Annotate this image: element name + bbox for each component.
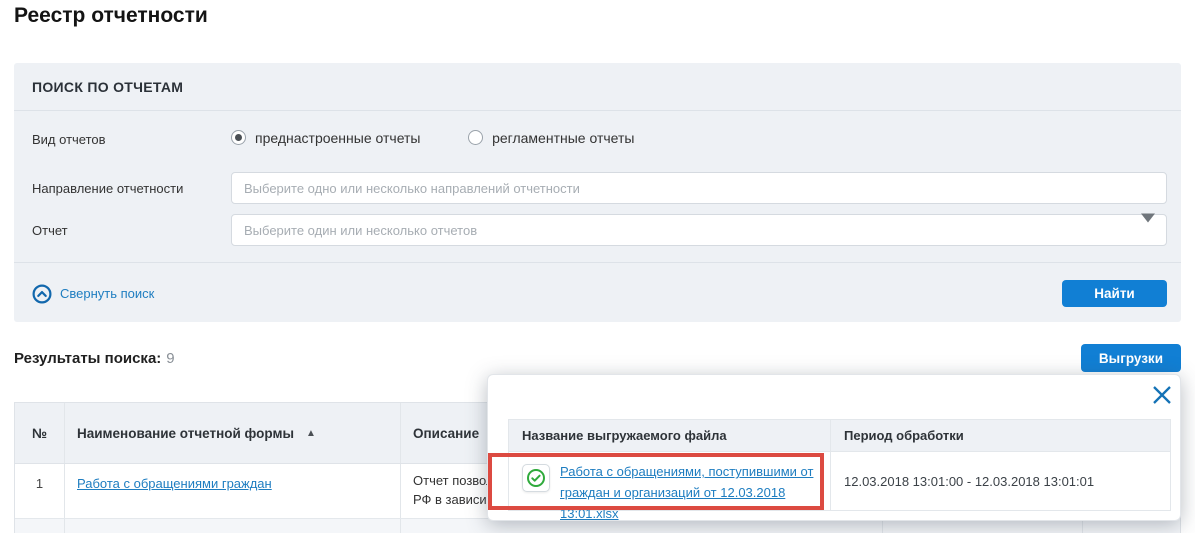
report-form-link[interactable]: Работа с обращениями граждан [77, 476, 272, 491]
results-count: 9 [166, 350, 174, 367]
collapse-search-link[interactable]: Свернуть поиск [32, 284, 154, 304]
uploads-table-header: Название выгружаемого файла Период обраб… [509, 420, 1170, 452]
search-panel-footer: Свернуть поиск Найти [14, 262, 1181, 324]
close-icon[interactable] [1151, 384, 1173, 406]
success-check-icon[interactable] [522, 464, 550, 492]
upload-file-cell: Работа с обращениями, поступившими от гр… [509, 452, 831, 510]
report-row: Отчет [32, 214, 1167, 246]
column-header-name[interactable]: Наименование отчетной формы ▲ [65, 403, 401, 463]
collapse-search-label: Свернуть поиск [60, 286, 154, 301]
uploads-table-row: Работа с обращениями, поступившими от гр… [509, 452, 1170, 510]
uploads-button[interactable]: Выгрузки [1081, 344, 1181, 372]
upload-file-link[interactable]: Работа с обращениями, поступившими от гр… [560, 461, 822, 510]
report-type-label: Вид отчетов [32, 132, 231, 147]
uploads-column-filename: Название выгружаемого файла [509, 420, 831, 451]
report-input[interactable] [231, 214, 1167, 246]
column-name-label: Наименование отчетной формы [77, 426, 294, 441]
reporting-registry-page: Реестр отчетности ПОИСК ПО ОТЧЕТАМ Вид о… [0, 0, 1195, 533]
row-name-cell: Работа с обращениями граждан [65, 464, 401, 518]
row-number: 1 [15, 464, 65, 518]
uploads-table: Название выгружаемого файла Период обраб… [508, 419, 1171, 511]
radio-preconfigured-reports[interactable]: преднастроенные отчеты [231, 130, 420, 146]
search-panel-title: ПОИСК ПО ОТЧЕТАМ [14, 63, 1181, 111]
report-field-wrap [231, 214, 1167, 246]
upload-period: 12.03.2018 13:01:00 - 12.03.2018 13:01:0… [831, 452, 1170, 510]
direction-row: Направление отчетности [32, 172, 1167, 204]
uploads-column-period: Период обработки [831, 420, 1170, 451]
results-label: Результаты поиска: [14, 350, 161, 367]
report-type-options: преднастроенные отчеты регламентные отче… [231, 130, 1167, 149]
radio-preconfigured-label: преднастроенные отчеты [255, 130, 420, 146]
uploads-popup: Название выгружаемого файла Период обраб… [487, 374, 1181, 521]
caret-down-icon[interactable] [1141, 223, 1155, 238]
report-label: Отчет [32, 223, 231, 238]
results-row: Результаты поиска: 9 Выгрузки [14, 344, 1181, 372]
results-summary: Результаты поиска: 9 [14, 350, 175, 367]
radio-unselected-icon[interactable] [468, 130, 483, 145]
radio-regulated-reports[interactable]: регламентные отчеты [468, 130, 634, 146]
direction-label: Направление отчетности [32, 181, 231, 196]
page-title: Реестр отчетности [14, 4, 208, 28]
direction-input[interactable] [231, 172, 1167, 204]
direction-field-wrap [231, 172, 1167, 204]
search-panel-body: Вид отчетов преднастроенные отчеты регла… [14, 127, 1181, 246]
radio-selected-icon[interactable] [231, 130, 246, 145]
report-type-row: Вид отчетов преднастроенные отчеты регла… [32, 127, 1167, 151]
chevron-up-circle-icon [32, 284, 52, 304]
search-panel: ПОИСК ПО ОТЧЕТАМ Вид отчетов преднастрое… [14, 63, 1181, 322]
sort-asc-icon[interactable]: ▲ [306, 428, 316, 439]
column-header-number: № [15, 403, 65, 463]
radio-regulated-label: регламентные отчеты [492, 130, 634, 146]
search-button[interactable]: Найти [1062, 280, 1167, 307]
